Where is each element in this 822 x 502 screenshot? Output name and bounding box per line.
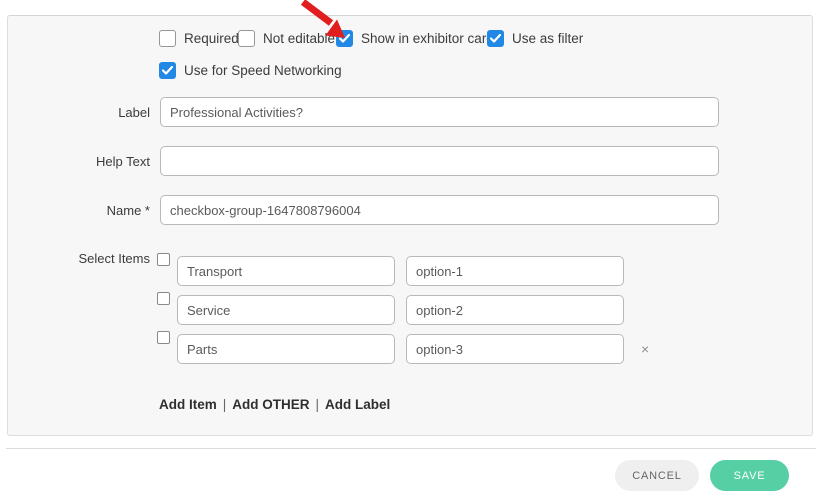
save-button[interactable]: SAVE bbox=[710, 460, 789, 491]
select-items-caption: Select Items bbox=[20, 251, 150, 266]
select-item-1-name-input[interactable] bbox=[177, 256, 395, 286]
help-text-field-caption: Help Text bbox=[20, 154, 150, 169]
link-separator: | bbox=[310, 397, 326, 412]
add-actions: Add Item|Add OTHER|Add Label bbox=[159, 397, 390, 412]
select-item-2-checkbox[interactable] bbox=[157, 292, 170, 305]
link-separator: | bbox=[217, 397, 233, 412]
option-not-editable[interactable]: Not editable bbox=[238, 30, 335, 47]
label-input[interactable] bbox=[160, 97, 719, 127]
name-field-caption: Name * bbox=[20, 203, 150, 218]
option-required[interactable]: Required bbox=[159, 30, 239, 47]
select-item-1-value-input[interactable] bbox=[406, 256, 624, 286]
add-other-link[interactable]: Add OTHER bbox=[232, 397, 309, 412]
name-input[interactable] bbox=[160, 195, 719, 225]
field-settings-panel bbox=[7, 15, 813, 436]
required-label: Required bbox=[184, 31, 239, 46]
select-item-1-checkbox[interactable] bbox=[157, 253, 170, 266]
select-item-3-checkbox[interactable] bbox=[157, 331, 170, 344]
select-item-3-value-input[interactable] bbox=[406, 334, 624, 364]
required-checkbox[interactable] bbox=[159, 30, 176, 47]
footer-divider bbox=[6, 448, 816, 449]
cancel-button[interactable]: CANCEL bbox=[615, 460, 699, 491]
use-as-filter-checkbox[interactable] bbox=[487, 30, 504, 47]
label-field-caption: Label bbox=[20, 105, 150, 120]
not-editable-label: Not editable bbox=[263, 31, 335, 46]
option-use-for-speed-networking[interactable]: Use for Speed Networking bbox=[159, 62, 342, 79]
select-item-3-name-input[interactable] bbox=[177, 334, 395, 364]
add-item-link[interactable]: Add Item bbox=[159, 397, 217, 412]
select-item-2-value-input[interactable] bbox=[406, 295, 624, 325]
option-show-in-exhibitor-card[interactable]: Show in exhibitor card bbox=[336, 30, 494, 47]
remove-item-icon[interactable]: × bbox=[641, 342, 649, 356]
check-icon bbox=[490, 34, 501, 43]
form-field-editor: Required Not editable Show in exhibitor … bbox=[0, 0, 822, 502]
show-in-exhibitor-card-label: Show in exhibitor card bbox=[361, 31, 494, 46]
check-icon bbox=[339, 34, 350, 43]
add-label-link[interactable]: Add Label bbox=[325, 397, 390, 412]
check-icon bbox=[162, 66, 173, 75]
use-for-speed-networking-checkbox[interactable] bbox=[159, 62, 176, 79]
not-editable-checkbox[interactable] bbox=[238, 30, 255, 47]
option-use-as-filter[interactable]: Use as filter bbox=[487, 30, 583, 47]
help-text-input[interactable] bbox=[160, 146, 719, 176]
use-as-filter-label: Use as filter bbox=[512, 31, 583, 46]
show-in-exhibitor-card-checkbox[interactable] bbox=[336, 30, 353, 47]
use-for-speed-networking-label: Use for Speed Networking bbox=[184, 63, 342, 78]
select-item-2-name-input[interactable] bbox=[177, 295, 395, 325]
